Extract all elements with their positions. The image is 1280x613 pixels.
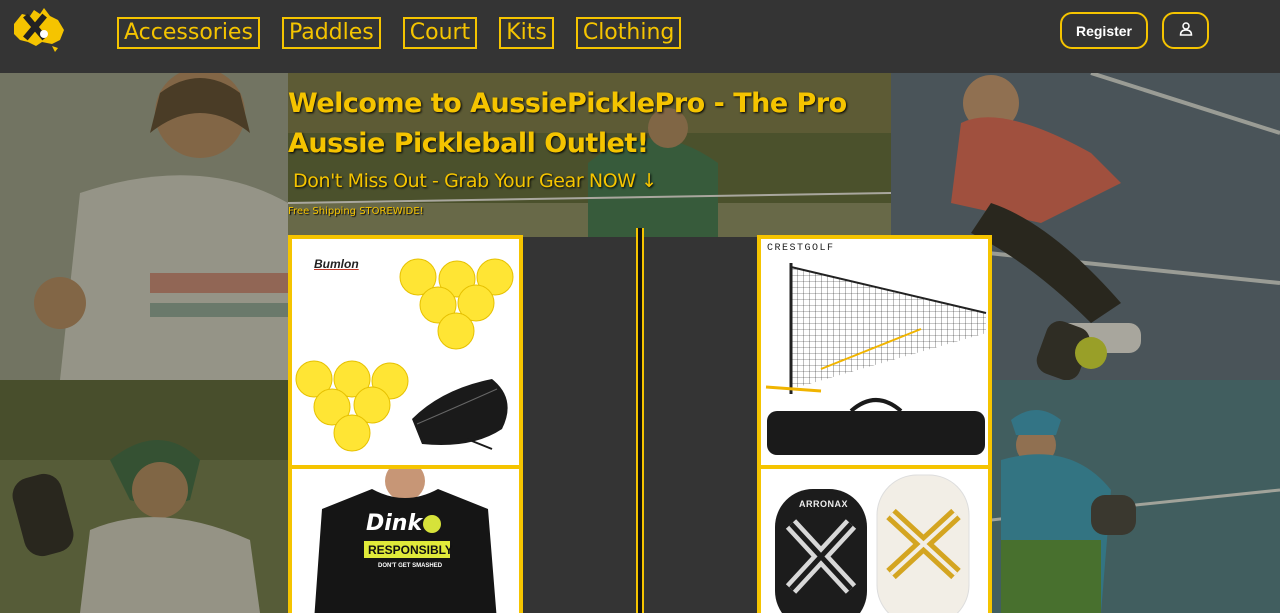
paddle-brand-label: ARRONAX [799, 499, 849, 509]
shirt-text-smashed: DON'T GET SMASHED [378, 563, 443, 569]
account-button[interactable] [1162, 12, 1209, 49]
product-pickleballs[interactable]: Bumlon [288, 235, 523, 469]
main-nav: Accessories Paddles Court Kits Clothing [117, 17, 682, 49]
pickleball-net-image [765, 263, 987, 455]
arronax-paddles-image [761, 469, 988, 613]
australia-pickleball-logo[interactable] [8, 4, 68, 54]
hero-title: Welcome to AussiePicklePro - The Pro Aus… [288, 88, 847, 159]
register-button[interactable]: Register [1060, 12, 1148, 49]
brand-label: Bumlon [314, 257, 359, 271]
nav-clothing[interactable]: Clothing [575, 17, 682, 49]
dink-shirt-image [292, 469, 519, 613]
center-panel-right [644, 237, 757, 613]
shirt-text-responsibly: RESPONSIBLY [368, 543, 453, 557]
product-pickleball-net[interactable]: CRESTGOLF [757, 235, 992, 469]
nav-court[interactable]: Court [402, 17, 478, 49]
site-header: Accessories Paddles Court Kits Clothing … [0, 0, 1280, 73]
product-arronax-paddles[interactable]: ARRONAX [757, 465, 992, 613]
user-icon [1179, 22, 1193, 39]
brand-label: CRESTGOLF [767, 243, 835, 254]
nav-paddles[interactable]: Paddles [281, 17, 381, 49]
free-shipping-note: Free Shipping STOREWIDE! [288, 206, 424, 217]
nav-accessories[interactable]: Accessories [117, 17, 260, 49]
pickleballs-image [295, 258, 514, 452]
shirt-text-dink: Dink [366, 511, 423, 536]
product-dink-shirt[interactable]: Dink RESPONSIBLY DON'T GET SMASHED [288, 465, 523, 613]
hero-subtitle[interactable]: Don't Miss Out - Grab Your Gear NOW ↓ [293, 170, 657, 192]
nav-kits[interactable]: Kits [499, 17, 554, 49]
center-divider [636, 228, 644, 613]
center-panel-left [523, 237, 636, 613]
